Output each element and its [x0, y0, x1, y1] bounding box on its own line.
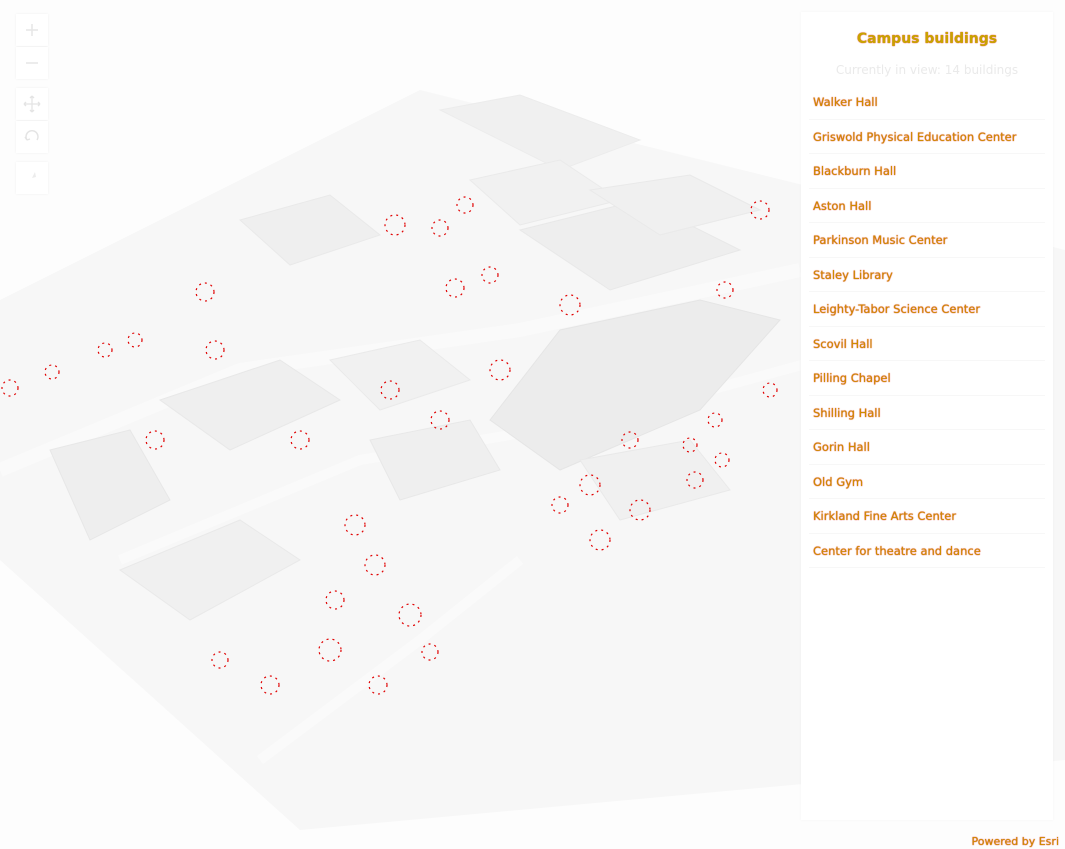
building-list-item[interactable]: Center for theatre and dance	[809, 534, 1045, 568]
pan-mode-button[interactable]	[16, 88, 48, 120]
building-list-item[interactable]: Old Gym	[809, 465, 1045, 499]
building-list-item[interactable]: Parkinson Music Center	[809, 223, 1045, 258]
zoom-out-button[interactable]	[16, 47, 48, 79]
rotate-icon	[24, 130, 39, 141]
move-icon	[23, 95, 41, 113]
compass-icon	[29, 172, 36, 184]
zoom-in-button[interactable]	[16, 14, 48, 46]
building-list-item[interactable]: Staley Library	[809, 258, 1045, 292]
compass-button[interactable]	[16, 162, 48, 194]
building-list-item[interactable]: Aston Hall	[809, 189, 1045, 223]
minus-icon	[26, 62, 38, 64]
building-list-item[interactable]: Pilling Chapel	[809, 361, 1045, 396]
rotate-mode-button[interactable]	[16, 121, 48, 153]
panel-title: Campus buildings	[856, 31, 998, 47]
building-list-item[interactable]: Scovil Hall	[809, 327, 1045, 361]
building-list-item[interactable]: Blackburn Hall	[809, 154, 1045, 189]
building-list-item[interactable]: Leighty-Tabor Science Center	[809, 292, 1045, 327]
building-list-item[interactable]: Gorin Hall	[809, 430, 1045, 465]
building-list-item[interactable]: Walker Hall	[809, 85, 1045, 120]
buildings-panel: Campus buildings Currently in view: 14 b…	[801, 12, 1053, 820]
buildings-count: Currently in view: 14 buildings	[835, 63, 1019, 77]
building-list-item[interactable]: Shilling Hall	[809, 396, 1045, 430]
building-list-item[interactable]: Griswold Physical Education Center	[809, 120, 1045, 154]
plus-icon	[26, 24, 38, 36]
buildings-list: Walker Hall Griswold Physical Education …	[809, 85, 1045, 568]
building-list-item[interactable]: Kirkland Fine Arts Center	[809, 499, 1045, 534]
attribution-link[interactable]: Powered by Esri	[971, 835, 1059, 848]
